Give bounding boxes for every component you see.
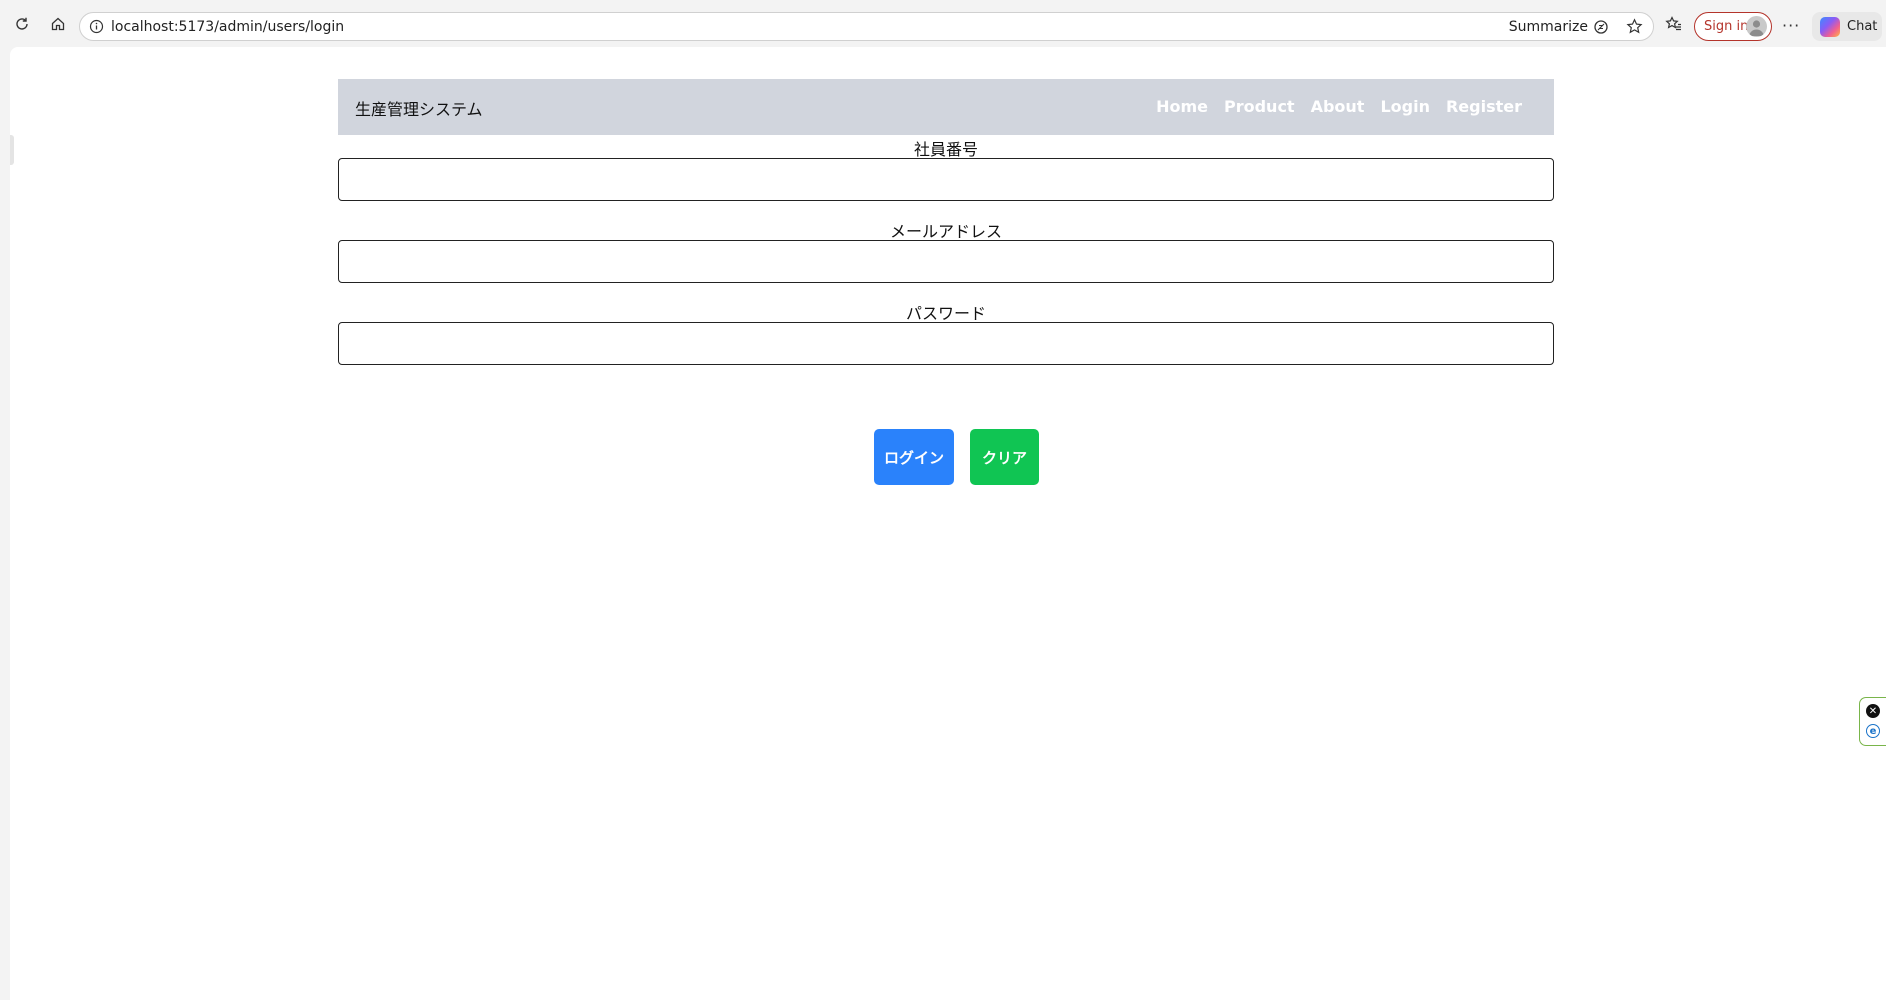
home-icon[interactable] (48, 14, 68, 34)
avatar (1746, 16, 1767, 37)
employee-id-input[interactable] (338, 158, 1554, 201)
password-label: パスワード (905, 304, 986, 323)
summarize-button[interactable]: Summarize (1509, 19, 1609, 35)
nav-link-product[interactable]: Product (1224, 97, 1295, 116)
sign-in-button[interactable]: Sign in (1694, 12, 1772, 41)
summarize-icon (1594, 20, 1608, 34)
site-info-icon[interactable] (89, 19, 104, 38)
nav-link-home[interactable]: Home (1156, 97, 1208, 116)
edge-extension-icon[interactable]: e (1866, 724, 1880, 738)
favorites-icon[interactable] (1665, 15, 1683, 37)
nav-link-about[interactable]: About (1311, 97, 1365, 116)
address-bar[interactable]: localhost:5173/admin/users/login Summari… (79, 12, 1654, 41)
url-text[interactable]: localhost:5173/admin/users/login (111, 19, 344, 35)
email-input[interactable] (338, 240, 1554, 283)
page-viewport: 生産管理システム Home Product About Login Regist… (10, 47, 1886, 1000)
favorite-star-icon[interactable] (1626, 18, 1643, 39)
clear-button[interactable]: クリア (970, 429, 1039, 485)
copilot-icon (1820, 16, 1840, 37)
reload-icon[interactable] (12, 14, 32, 34)
employee-id-label: 社員番号 (913, 140, 978, 159)
chat-label: Chat (1847, 19, 1878, 34)
extension-side-widget: ✕ e (1859, 697, 1886, 746)
nav-link-login[interactable]: Login (1380, 97, 1430, 116)
sign-in-label: Sign in (1704, 19, 1749, 34)
app-navbar: 生産管理システム Home Product About Login Regist… (338, 79, 1554, 135)
more-options-button[interactable]: ··· (1782, 16, 1800, 35)
email-label: メールアドレス (889, 222, 1002, 241)
summarize-label: Summarize (1508, 19, 1588, 35)
chat-button[interactable]: Chat (1812, 12, 1882, 41)
sidebar-toggle-tab[interactable] (10, 135, 14, 165)
nav-link-register[interactable]: Register (1446, 97, 1522, 116)
nav-links: Home Product About Login Register (1156, 97, 1522, 116)
app-brand[interactable]: 生産管理システム (355, 96, 483, 120)
login-button[interactable]: ログイン (874, 429, 954, 485)
close-icon[interactable]: ✕ (1866, 704, 1880, 718)
password-input[interactable] (338, 322, 1554, 365)
browser-toolbar: localhost:5173/admin/users/login Summari… (0, 0, 1886, 46)
